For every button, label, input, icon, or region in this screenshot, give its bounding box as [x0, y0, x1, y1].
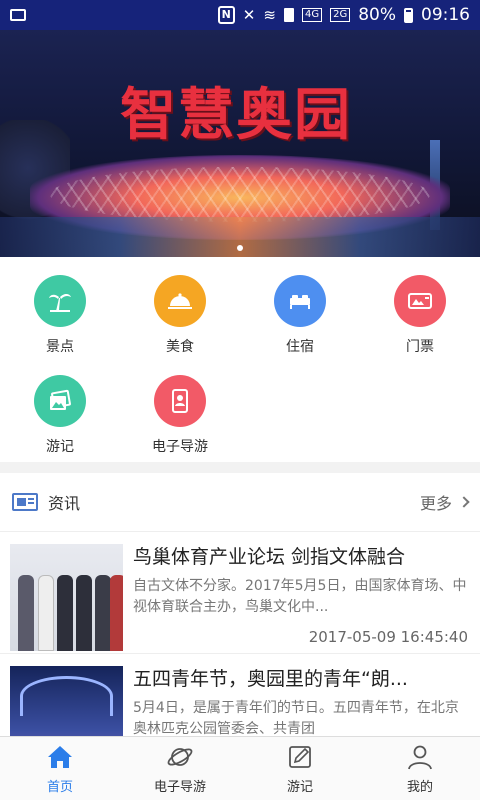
app-screen: N ✕ ≋ 4G 2G 80% 09:16 智慧奥园 景点 美食 住宿 门票 游…: [0, 0, 480, 800]
category-travel-notes[interactable]: 游记: [0, 375, 120, 475]
thumbnail-person: [57, 575, 73, 651]
edit-note-icon: [289, 746, 311, 768]
news-summary: 自古文体不分家。2017年5月5日，由国家体育场、中视体育联合主办，鸟巢文化中.…: [133, 578, 467, 615]
gallery-notification-icon: [10, 9, 26, 21]
photo-notes-icon: [34, 375, 86, 427]
more-news-link[interactable]: 更多: [419, 490, 470, 514]
nfc-icon: N: [217, 6, 235, 24]
wifi-icon: ≋: [263, 6, 276, 24]
category-tickets[interactable]: 门票: [360, 275, 480, 375]
network-2g-label: 2G: [330, 8, 351, 22]
news-section-title: 资讯: [48, 494, 81, 513]
thumbnail-person: [18, 575, 34, 651]
news-text: 五四青年节，奥园里的青年“朗... 5月4日，是属于青年们的节日。五四青年节，在…: [133, 666, 470, 736]
network-4g-label: 4G: [301, 8, 323, 22]
food-dish-icon: [154, 275, 206, 327]
ticket-icon: [394, 275, 446, 327]
news-title: 五四青年节，奥园里的青年“朗...: [133, 668, 408, 690]
news-title: 鸟巢体育产业论坛 剑指文体融合: [133, 546, 406, 568]
mute-icon: ✕: [242, 6, 256, 24]
news-summary: 5月4日，是属于青年们的节日。五四青年节，在北京奥林匹克公园管委会、共青团: [133, 700, 459, 736]
tab-profile[interactable]: 我的: [360, 737, 480, 800]
news-list: 鸟巢体育产业论坛 剑指文体融合 自古文体不分家。2017年5月5日，由国家体育场…: [0, 531, 480, 736]
category-label: 电子导游: [152, 439, 208, 455]
tab-home[interactable]: 首页: [0, 737, 120, 800]
user-icon: [408, 745, 432, 770]
tab-label: 游记: [286, 780, 313, 795]
category-label: 游记: [46, 439, 74, 455]
category-scenic[interactable]: 景点: [0, 275, 120, 375]
thumbnail-person: [76, 575, 92, 651]
category-food[interactable]: 美食: [120, 275, 240, 375]
more-label: 更多: [419, 494, 452, 513]
banner-water-reflection: [0, 217, 480, 257]
thumbnail-person: [38, 575, 54, 651]
banner-pager: [0, 245, 480, 251]
newspaper-icon: [12, 493, 38, 511]
sim-icon: [283, 8, 294, 22]
bed-icon: [274, 275, 326, 327]
news-thumbnail: [10, 544, 123, 651]
palm-tree-icon: [34, 275, 86, 327]
news-text: 鸟巢体育产业论坛 剑指文体融合 自古文体不分家。2017年5月5日，由国家体育场…: [133, 544, 470, 646]
banner-dot[interactable]: [237, 245, 243, 251]
category-label: 住宿: [286, 339, 314, 355]
tab-e-guide[interactable]: 电子导游: [120, 737, 240, 800]
thumbnail-person: [110, 575, 123, 651]
planet-icon: [167, 748, 193, 766]
clock: 09:16: [421, 5, 470, 25]
news-item[interactable]: 鸟巢体育产业论坛 剑指文体融合 自古文体不分家。2017年5月5日，由国家体育场…: [0, 531, 480, 653]
news-item[interactable]: 五四青年节，奥园里的青年“朗... 5月4日，是属于青年们的节日。五四青年节，在…: [0, 653, 480, 736]
guide-device-icon: [154, 375, 206, 427]
tab-travel-notes[interactable]: 游记: [240, 737, 360, 800]
tab-label: 首页: [46, 780, 73, 795]
tab-label: 我的: [406, 780, 433, 795]
category-lodging[interactable]: 住宿: [240, 275, 360, 375]
news-date: 2017-05-09 16:45:40: [308, 628, 468, 646]
battery-icon: [404, 7, 413, 23]
status-bar: N ✕ ≋ 4G 2G 80% 09:16: [0, 0, 480, 30]
bottom-tab-bar: 首页 电子导游 游记 我的: [0, 736, 480, 800]
category-label: 门票: [406, 339, 434, 355]
category-label: 景点: [46, 339, 74, 355]
banner-title: 智慧奥园: [120, 82, 352, 148]
hero-banner[interactable]: 智慧奥园: [0, 30, 480, 257]
chevron-right-icon: [458, 496, 470, 508]
category-e-guide[interactable]: 电子导游: [120, 375, 240, 475]
category-label: 美食: [166, 339, 194, 355]
thumbnail-stage-arc: [20, 676, 113, 716]
thumbnail-person: [95, 575, 111, 651]
news-thumbnail: [10, 666, 123, 736]
category-grid: 景点 美食 住宿 门票 游记 电子导游: [0, 257, 480, 462]
battery-level: 80%: [358, 5, 396, 25]
news-section-header: 资讯 更多: [0, 473, 480, 531]
tab-label: 电子导游: [153, 780, 206, 795]
home-icon: [48, 746, 72, 768]
